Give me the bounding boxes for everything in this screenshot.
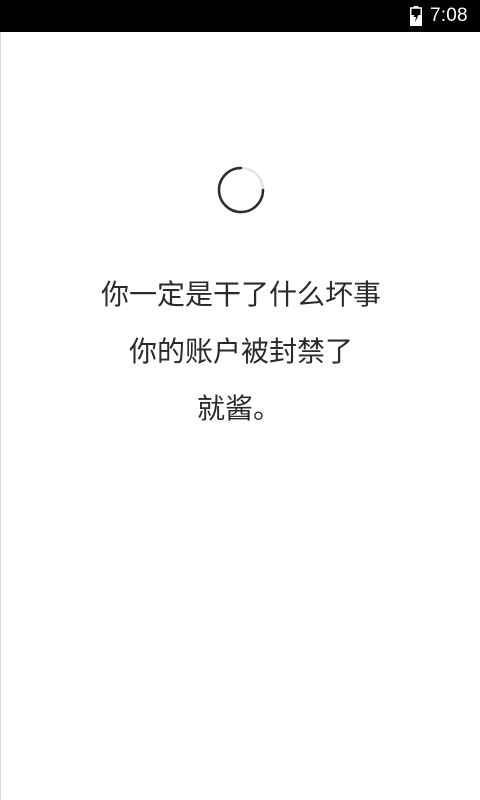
message-line-2: 你的账户被封禁了	[128, 335, 353, 368]
loading-spinner-icon	[217, 166, 265, 214]
status-bar: 7:08	[0, 0, 480, 32]
battery-charging-icon	[410, 6, 422, 26]
status-time: 7:08	[430, 5, 468, 26]
message-line-3: 就酱。	[197, 392, 282, 425]
main-content: 你一定是干了什么坏事 你的账户被封禁了 就酱。	[0, 32, 480, 800]
message-line-1: 你一定是干了什么坏事	[100, 278, 381, 311]
